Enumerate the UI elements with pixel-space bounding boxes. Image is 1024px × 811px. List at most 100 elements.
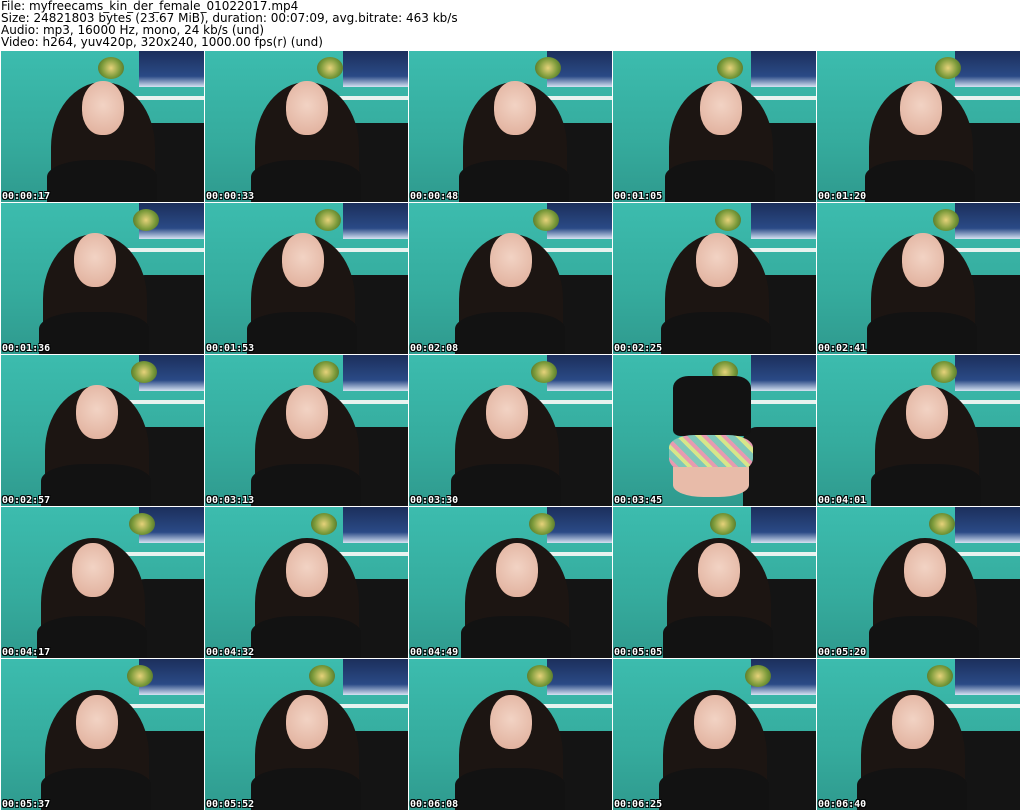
plant xyxy=(316,57,343,80)
person-legs xyxy=(673,467,749,497)
video-thumbnail: 00:05:37 xyxy=(1,659,204,810)
wall-poster xyxy=(955,659,1020,696)
video-thumbnail: 00:06:08 xyxy=(409,659,612,810)
person-face xyxy=(496,543,538,597)
plant xyxy=(314,209,341,232)
plant xyxy=(526,665,553,688)
plant xyxy=(528,513,555,536)
person-face xyxy=(282,233,324,287)
timestamp-label: 00:00:48 xyxy=(410,191,459,202)
timestamp-label: 00:03:45 xyxy=(614,495,663,506)
timestamp-label: 00:06:25 xyxy=(614,799,663,810)
video-thumbnail: 00:06:40 xyxy=(817,659,1020,810)
person-face xyxy=(286,695,328,749)
timestamp-label: 00:01:05 xyxy=(614,191,663,202)
timestamp-label: 00:00:17 xyxy=(2,191,51,202)
video-thumbnail: 00:05:05 xyxy=(613,507,816,658)
wall-poster xyxy=(955,51,1020,88)
video-thumbnail: 00:04:17 xyxy=(1,507,204,658)
wall-poster xyxy=(955,507,1020,544)
timestamp-label: 00:02:08 xyxy=(410,343,459,354)
person-torso xyxy=(455,312,565,354)
timestamp-label: 00:04:32 xyxy=(206,647,255,658)
plant xyxy=(926,665,953,688)
person-torso xyxy=(455,768,565,810)
wall-poster xyxy=(751,51,816,88)
video-thumbnail: 00:02:25 xyxy=(613,203,816,354)
timestamp-label: 00:01:20 xyxy=(818,191,867,202)
person-torso xyxy=(39,312,149,354)
wall-poster xyxy=(751,355,816,392)
person-torso xyxy=(659,768,769,810)
wall-poster xyxy=(751,507,816,544)
video-thumbnail: 00:02:08 xyxy=(409,203,612,354)
plant xyxy=(130,361,157,384)
person-face xyxy=(286,385,328,439)
plant xyxy=(308,665,335,688)
person-face xyxy=(902,233,944,287)
plant xyxy=(744,665,771,688)
person-face xyxy=(694,695,736,749)
video-thumbnail: 00:01:20 xyxy=(817,51,1020,202)
person-face xyxy=(76,385,118,439)
wall-poster xyxy=(343,659,408,696)
video-thumbnail: 00:03:13 xyxy=(205,355,408,506)
wall-poster xyxy=(751,203,816,240)
timestamp-label: 00:05:05 xyxy=(614,647,663,658)
person-torso xyxy=(865,160,975,202)
timestamp-label: 00:01:53 xyxy=(206,343,255,354)
person-torso xyxy=(247,312,357,354)
wall-poster xyxy=(343,203,408,240)
timestamp-label: 00:06:08 xyxy=(410,799,459,810)
person-face xyxy=(904,543,946,597)
wall-poster xyxy=(343,507,408,544)
person-face xyxy=(76,695,118,749)
person-torso xyxy=(41,768,151,810)
plant xyxy=(928,513,955,536)
timestamp-label: 00:06:40 xyxy=(818,799,867,810)
video-thumbnail: 00:05:52 xyxy=(205,659,408,810)
wall-poster xyxy=(955,203,1020,240)
timestamp-label: 00:01:36 xyxy=(2,343,51,354)
person-torso xyxy=(251,616,361,658)
person-face xyxy=(698,543,740,597)
video-thumbnail: 00:03:30 xyxy=(409,355,612,506)
black-chair xyxy=(742,427,816,506)
file-info-header: File: myfreecams_kin_der_female_01022017… xyxy=(0,0,1024,50)
wall-poster xyxy=(139,51,204,88)
video-thumbnail: 00:03:45 xyxy=(613,355,816,506)
person-face xyxy=(892,695,934,749)
video-thumbnail: 00:00:48 xyxy=(409,51,612,202)
person-torso xyxy=(47,160,157,202)
timestamp-label: 00:03:30 xyxy=(410,495,459,506)
timestamp-label: 00:04:49 xyxy=(410,647,459,658)
plant xyxy=(932,209,959,232)
wall-poster xyxy=(343,51,408,88)
person-face xyxy=(286,543,328,597)
video-info-line: Video: h264, yuv420p, 320x240, 1000.00 f… xyxy=(1,35,323,49)
person-face xyxy=(74,233,116,287)
person-torso xyxy=(451,464,561,506)
person-torso xyxy=(663,616,773,658)
person-face xyxy=(494,81,536,135)
person-torso xyxy=(41,464,151,506)
timestamp-label: 00:05:20 xyxy=(818,647,867,658)
plant xyxy=(128,513,155,536)
person-torso xyxy=(871,464,981,506)
video-thumbnail: 00:04:32 xyxy=(205,507,408,658)
person-torso xyxy=(461,616,571,658)
timestamp-label: 00:04:17 xyxy=(2,647,51,658)
plant xyxy=(934,57,961,80)
timestamp-label: 00:04:01 xyxy=(818,495,867,506)
timestamp-label: 00:03:13 xyxy=(206,495,255,506)
person-face xyxy=(72,543,114,597)
thumbnail-grid: 00:00:17 00:00:33 00:00:48 00:01:05 00:01:20… xyxy=(0,50,1024,811)
person-torso xyxy=(459,160,569,202)
video-thumbnail: 00:04:01 xyxy=(817,355,1020,506)
person-torso xyxy=(867,312,977,354)
person-torso xyxy=(251,160,361,202)
video-thumbnail: 00:01:53 xyxy=(205,203,408,354)
person-torso xyxy=(869,616,979,658)
plant xyxy=(534,57,561,80)
person-face xyxy=(486,385,528,439)
